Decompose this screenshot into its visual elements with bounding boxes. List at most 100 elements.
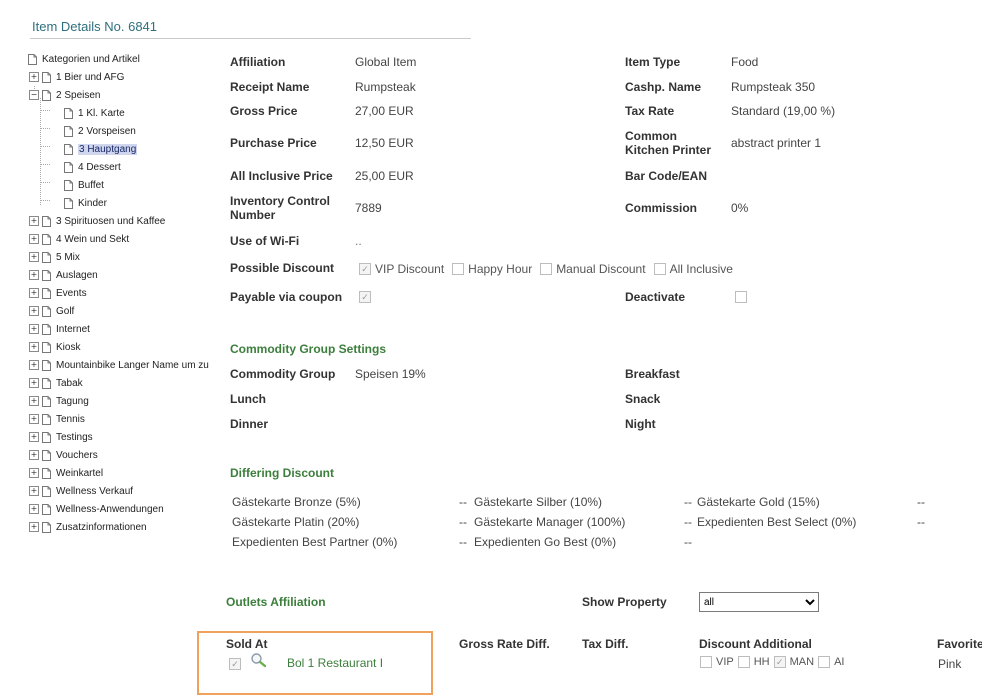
hh-checkbox[interactable] bbox=[737, 656, 750, 668]
payable-coupon-checkbox[interactable]: ✓ bbox=[359, 291, 371, 303]
tree-item[interactable]: + Wellness-Anwendungen bbox=[29, 500, 164, 518]
tree-item[interactable]: + Kiosk bbox=[29, 338, 80, 356]
ai-label: AI bbox=[834, 656, 845, 668]
manual-discount-checkbox[interactable] bbox=[540, 263, 553, 275]
favorite-header: Favorite bbox=[937, 637, 982, 651]
expand-icon[interactable]: + bbox=[29, 306, 39, 316]
expand-icon[interactable]: + bbox=[29, 450, 39, 460]
document-icon bbox=[64, 125, 73, 137]
tree-item[interactable]: − 2 Speisen bbox=[29, 86, 100, 104]
tree-item[interactable]: + Tabak bbox=[29, 374, 83, 392]
expand-icon[interactable]: + bbox=[29, 396, 39, 406]
tree-item[interactable]: + Mountainbike Langer Name um zu bbox=[29, 356, 209, 374]
common-printer-label: Common Kitchen Printer bbox=[625, 129, 711, 157]
tree-label: 5 Mix bbox=[56, 251, 80, 263]
expand-icon[interactable]: + bbox=[29, 414, 39, 424]
tree-label: Auslagen bbox=[56, 269, 98, 281]
expand-icon[interactable]: + bbox=[29, 468, 39, 478]
expand-icon[interactable]: + bbox=[29, 342, 39, 352]
expand-icon[interactable]: + bbox=[29, 216, 39, 226]
tree-item[interactable]: +4 Wein und Sekt bbox=[29, 230, 129, 248]
expand-icon[interactable]: + bbox=[29, 378, 39, 388]
page-title: Item Details No. 6841 bbox=[32, 19, 158, 34]
search-icon[interactable] bbox=[250, 652, 268, 668]
vip-discount-checkbox[interactable]: ✓ bbox=[359, 263, 371, 275]
expand-icon[interactable]: + bbox=[29, 432, 39, 442]
tree-item[interactable]: +3 Spirituosen und Kaffee bbox=[29, 212, 165, 230]
discount-value: -- bbox=[459, 535, 467, 549]
manual-discount-option[interactable]: Manual Discount bbox=[540, 262, 646, 276]
tree-item[interactable]: + Internet bbox=[29, 320, 90, 338]
expand-icon[interactable]: + bbox=[29, 288, 39, 298]
document-icon bbox=[42, 341, 51, 353]
collapse-icon[interactable]: − bbox=[29, 90, 39, 100]
document-icon bbox=[42, 71, 51, 83]
expand-icon[interactable]: + bbox=[29, 252, 39, 262]
tree-item[interactable]: + Auslagen bbox=[29, 266, 98, 284]
gross-price-label: Gross Price bbox=[230, 104, 298, 118]
expand-icon[interactable]: + bbox=[29, 270, 39, 280]
expand-icon[interactable]: + bbox=[29, 522, 39, 532]
document-icon bbox=[42, 521, 51, 533]
sold-at-checkbox[interactable]: ✓ bbox=[229, 658, 241, 670]
tree-item[interactable]: + Tagung bbox=[29, 392, 89, 410]
expand-icon[interactable]: + bbox=[29, 486, 39, 496]
happy-hour-checkbox[interactable] bbox=[452, 263, 465, 275]
happy-hour-option[interactable]: Happy Hour bbox=[452, 262, 532, 276]
all-inclusive-checkbox[interactable] bbox=[653, 263, 666, 275]
deactivate-checkbox[interactable] bbox=[735, 291, 747, 303]
expand-icon[interactable]: + bbox=[29, 504, 39, 514]
tree-item[interactable]: +5 Mix bbox=[29, 248, 80, 266]
sold-at-header: Sold At bbox=[226, 637, 268, 651]
man-checkbox[interactable]: ✓ bbox=[773, 656, 786, 668]
ai-checkbox[interactable] bbox=[818, 656, 831, 668]
discount-entry: Gästekarte Silber (10%) bbox=[474, 495, 603, 509]
inventory-value: 7889 bbox=[355, 201, 382, 215]
outlets-affiliation-title: Outlets Affiliation bbox=[226, 595, 326, 609]
tree-item[interactable]: + Events bbox=[29, 284, 87, 302]
tree-item[interactable]: + Golf bbox=[29, 302, 74, 320]
tree-label: Wellness-Anwendungen bbox=[56, 503, 164, 515]
all-inclusive-option[interactable]: All Inclusive bbox=[653, 262, 733, 276]
tree-item[interactable]: 2 Vorspeisen bbox=[64, 122, 136, 140]
tree-item[interactable]: + Weinkartel bbox=[29, 464, 103, 482]
document-icon bbox=[42, 395, 51, 407]
receipt-name-value: Rumpsteak bbox=[355, 80, 416, 94]
tree-item[interactable]: + Testings bbox=[29, 428, 93, 446]
expand-icon[interactable]: + bbox=[29, 360, 39, 370]
cashp-name-label: Cashp. Name bbox=[625, 80, 702, 94]
vip-discount-option[interactable]: ✓ VIP Discount bbox=[359, 262, 444, 276]
tree-label: Zusatzinformationen bbox=[56, 521, 147, 533]
vip-checkbox[interactable] bbox=[700, 656, 712, 668]
tree-item[interactable]: + Tennis bbox=[29, 410, 85, 428]
expand-icon[interactable]: + bbox=[29, 324, 39, 334]
tree-label: Internet bbox=[56, 323, 90, 335]
tree-label: 1 Bier und AFG bbox=[56, 71, 125, 83]
outlet-name[interactable]: Bol 1 Restaurant I bbox=[287, 656, 383, 670]
tree-item[interactable]: Kinder bbox=[64, 194, 107, 212]
tree-item[interactable]: 4 Dessert bbox=[64, 158, 121, 176]
document-icon bbox=[64, 107, 73, 119]
tree-item[interactable]: 1 Kl. Karte bbox=[64, 104, 125, 122]
tree-item[interactable]: + Vouchers bbox=[29, 446, 98, 464]
commodity-section-title: Commodity Group Settings bbox=[230, 342, 386, 356]
tree-item-selected[interactable]: 3 Hauptgang bbox=[64, 140, 138, 158]
tree-root[interactable]: Kategorien und Artikel bbox=[28, 50, 140, 68]
discount-additional-header: Discount Additional bbox=[699, 637, 812, 651]
inventory-label-line2: Number bbox=[230, 208, 276, 222]
tree-item[interactable]: + 1 Bier und AFG bbox=[29, 68, 124, 86]
discount-value: -- bbox=[459, 495, 467, 509]
show-property-select[interactable]: all bbox=[699, 592, 819, 612]
expand-icon[interactable]: + bbox=[29, 234, 39, 244]
tree-item[interactable]: Buffet bbox=[64, 176, 104, 194]
commodity-group-value: Speisen 19% bbox=[355, 367, 426, 381]
document-icon bbox=[42, 305, 51, 317]
affiliation-label: Affiliation bbox=[230, 55, 286, 69]
gross-price-value: 27,00 EUR bbox=[355, 104, 414, 118]
tree-item[interactable]: + Wellness Verkauf bbox=[29, 482, 133, 500]
expand-icon[interactable]: + bbox=[29, 72, 39, 82]
document-icon bbox=[42, 233, 51, 245]
tree-item[interactable]: + Zusatzinformationen bbox=[29, 518, 147, 536]
document-icon bbox=[64, 161, 73, 173]
tree-label: 3 Spirituosen und Kaffee bbox=[56, 215, 166, 227]
